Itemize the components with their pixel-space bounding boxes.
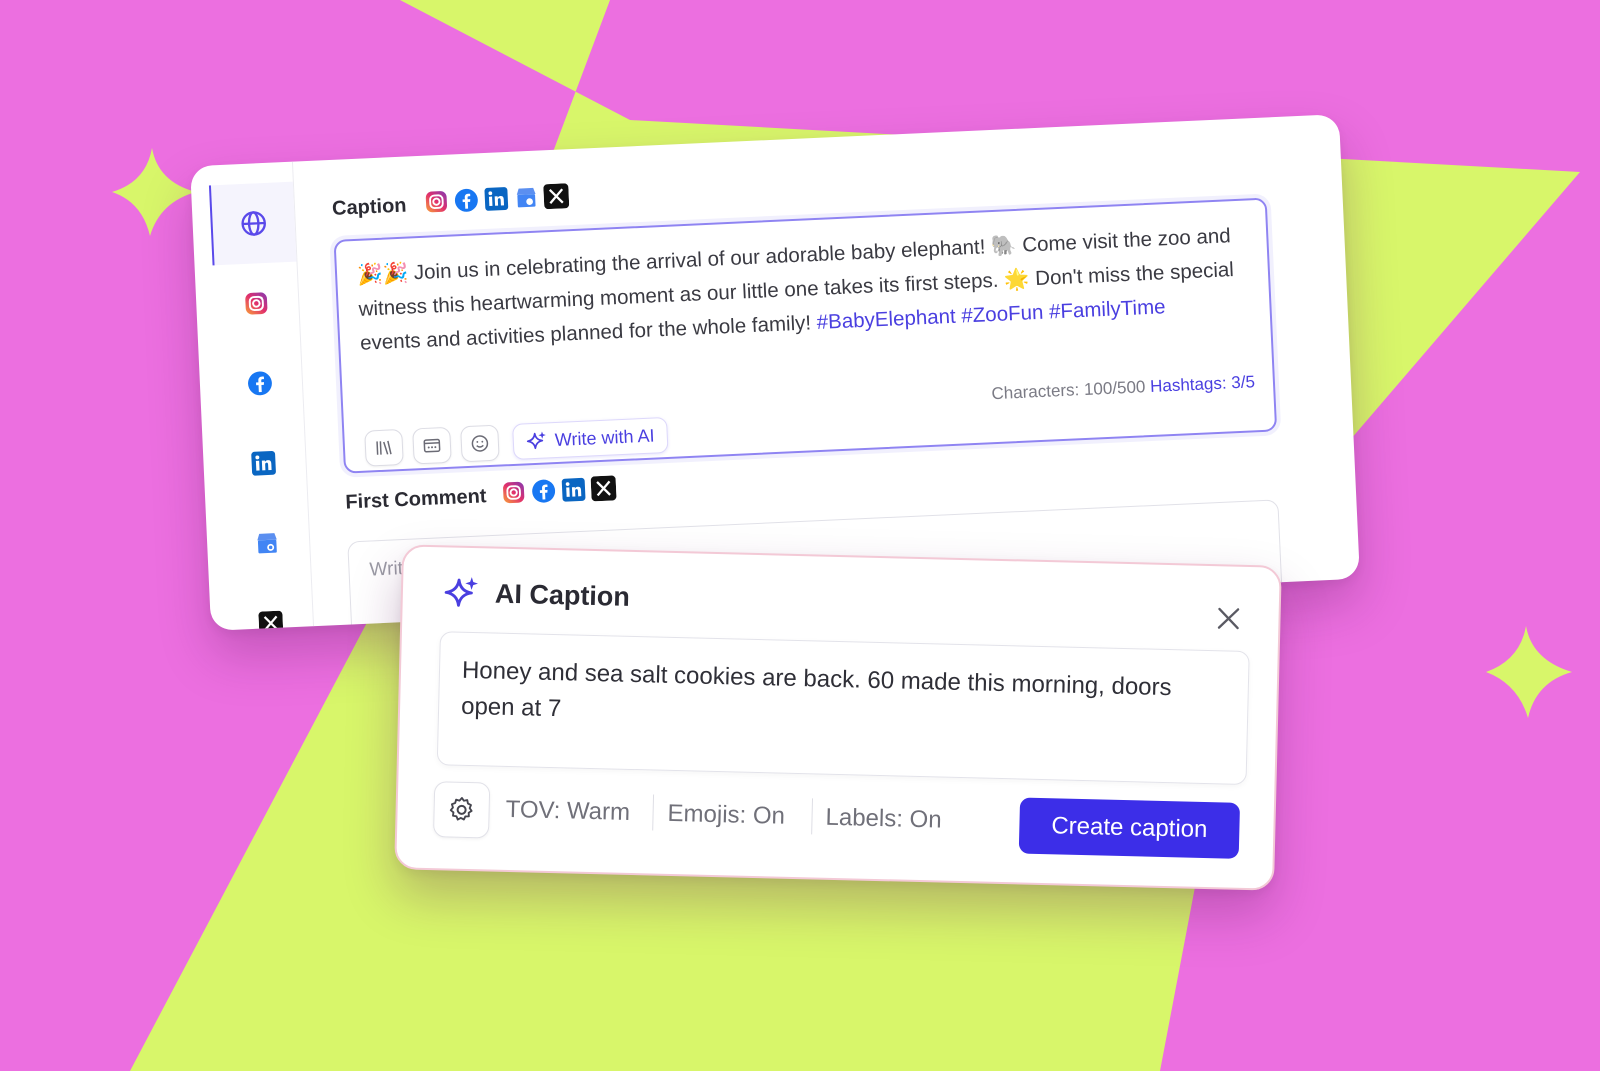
labels-option[interactable]: Labels: On	[825, 804, 942, 835]
sidebar-item-linkedin[interactable]	[220, 421, 308, 505]
linkedin-icon	[251, 450, 276, 476]
caption-emoji-star: 🌟	[1003, 267, 1031, 292]
settings-button[interactable]	[432, 781, 491, 839]
library-icon	[376, 440, 392, 455]
sparkle-icon	[526, 431, 546, 450]
ai-caption-panel: AI Caption Honey and sea salt cookies ar…	[394, 544, 1282, 891]
media-button[interactable]	[412, 426, 452, 465]
x-icon	[590, 475, 617, 502]
linkedin-icon	[484, 187, 509, 211]
caption-emoji-elephant: 🐘	[990, 233, 1018, 259]
sparkle-left	[112, 148, 196, 236]
hashtag-count: Hashtags: 3/5	[1149, 372, 1256, 396]
caption-networks	[423, 183, 570, 215]
globe-icon	[241, 211, 266, 236]
google-business-icon	[516, 187, 536, 208]
write-with-ai-button[interactable]: Write with AI	[512, 416, 669, 460]
instagram-icon	[503, 481, 525, 504]
character-count: Characters: 100/500	[991, 377, 1146, 404]
sidebar-item-facebook[interactable]	[216, 342, 304, 426]
media-icon	[423, 438, 441, 453]
caption-textarea[interactable]: 🎉🎉 Join us in celebrating the arrival of…	[333, 197, 1278, 474]
ai-prompt-text: Honey and sea salt cookies are back. 60 …	[460, 656, 1172, 723]
instagram-icon	[245, 292, 268, 315]
network-sidebar	[208, 161, 315, 631]
divider	[811, 798, 814, 835]
caption-label: Caption	[331, 194, 407, 220]
google-business-icon	[257, 533, 277, 554]
close-icon[interactable]	[1214, 604, 1243, 633]
facebook-icon	[532, 479, 556, 503]
caption-emoji-party: 🎉🎉	[356, 261, 409, 287]
first-comment-label: First Comment	[344, 485, 487, 514]
write-with-ai-label: Write with AI	[554, 425, 655, 450]
ai-prompt-input[interactable]: Honey and sea salt cookies are back. 60 …	[436, 631, 1250, 785]
caption-text: 🎉🎉 Join us in celebrating the arrival of…	[356, 218, 1250, 360]
library-button[interactable]	[364, 428, 404, 467]
instagram-icon	[425, 191, 448, 213]
divider	[652, 794, 655, 831]
x-icon	[543, 183, 570, 210]
facebook-icon	[454, 188, 478, 212]
gear-icon	[449, 797, 473, 821]
emoji-icon	[471, 435, 489, 452]
sidebar-item-instagram[interactable]	[213, 262, 301, 346]
first-comment-networks	[501, 475, 617, 505]
emojis-option[interactable]: Emojis: On	[667, 800, 785, 831]
sidebar-item-google-business[interactable]	[223, 501, 311, 585]
sidebar-item-x[interactable]	[227, 581, 315, 631]
sparkle-right	[1486, 626, 1572, 718]
hashtag[interactable]: #BabyElephant	[816, 305, 956, 334]
linkedin-icon	[561, 477, 586, 502]
caption-stats: Characters: 100/500 Hashtags: 3/5	[991, 372, 1255, 404]
facebook-icon	[248, 371, 272, 396]
emoji-button[interactable]	[460, 424, 500, 463]
ai-caption-title: AI Caption	[494, 578, 631, 612]
hashtag[interactable]: #FamilyTime	[1049, 295, 1166, 323]
hashtag[interactable]: #ZooFun	[961, 301, 1044, 328]
create-caption-button[interactable]: Create caption	[1018, 797, 1241, 859]
sidebar-item-global[interactable]	[208, 181, 297, 266]
sparkle-icon	[444, 577, 478, 607]
tone-of-voice-option[interactable]: TOV: Warm	[505, 796, 630, 827]
